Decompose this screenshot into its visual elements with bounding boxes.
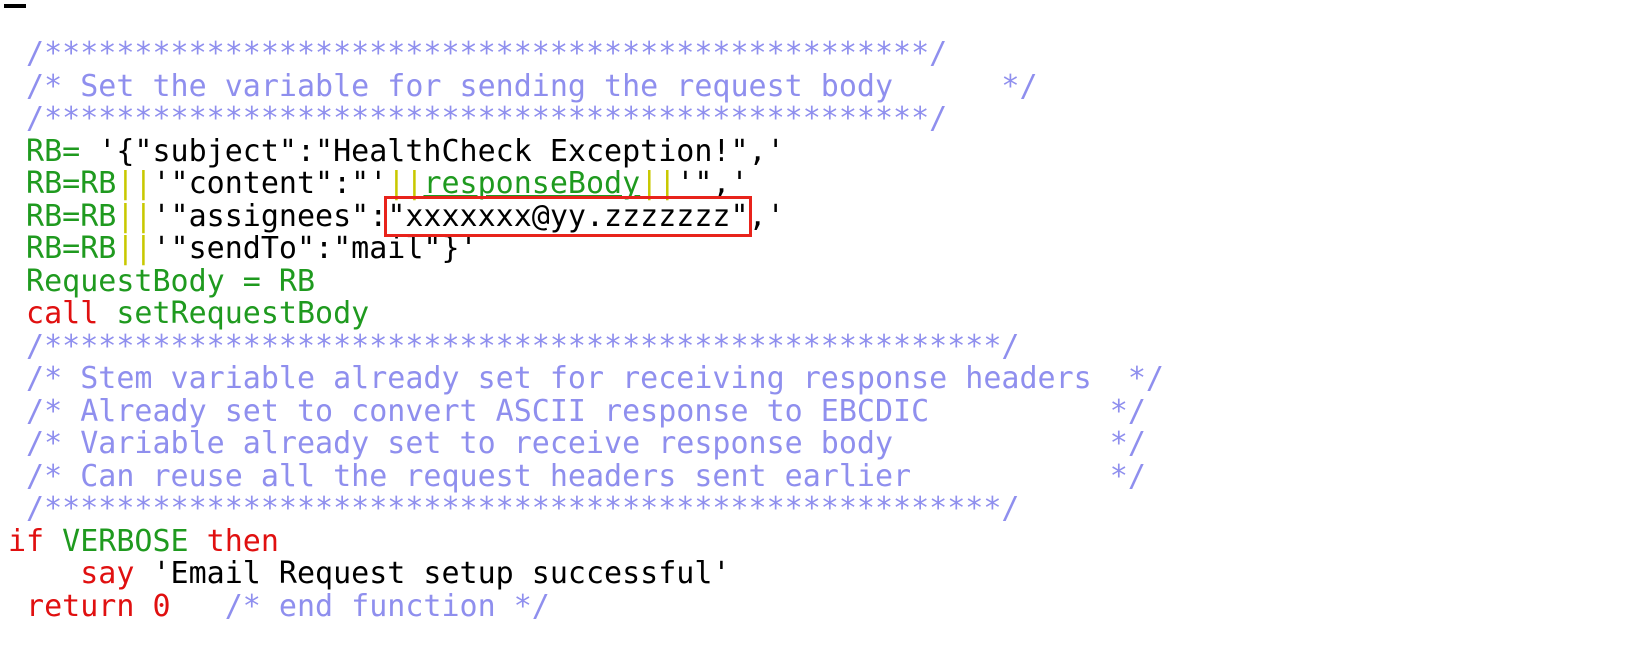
code-token: || <box>116 231 153 266</box>
code-token: || <box>640 166 677 201</box>
code-token: RB=RB <box>8 166 117 201</box>
code-line[interactable]: /* Can reuse all the request headers sen… <box>8 458 1164 494</box>
code-token: '"content":"' <box>152 166 388 201</box>
code-token: /* Can reuse all the request headers sen… <box>8 458 1146 494</box>
code-token: 'Email Request setup successful' <box>134 556 731 591</box>
code-token: say <box>8 556 135 591</box>
code-line[interactable]: /* Variable already set to receive respo… <box>8 426 1164 461</box>
code-line[interactable]: /* Set the variable for sending the requ… <box>8 68 1164 104</box>
code-line[interactable]: RequestBody = RB <box>8 263 1164 299</box>
code-token: RB=RB <box>8 198 117 234</box>
code-token: /* end function */ <box>170 588 550 624</box>
code-line[interactable]: /* Stem variable already set for receivi… <box>8 361 1164 396</box>
code-line[interactable]: if VERBOSE then <box>8 523 1164 559</box>
code-token: if <box>8 523 45 559</box>
code-token: /***************************************… <box>8 101 948 136</box>
code-line[interactable]: /***************************************… <box>8 36 1164 71</box>
code-token: RB=RB <box>8 231 117 266</box>
code-token: then <box>188 523 279 559</box>
text-cursor <box>4 4 26 8</box>
code-token: '"sendTo":"mail"}' <box>152 231 478 266</box>
code-token: setRequestBody <box>98 296 370 331</box>
code-token: /***************************************… <box>8 491 1020 526</box>
code-editor[interactable]: /***************************************… <box>8 36 1164 624</box>
code-token: RequestBody = RB <box>8 263 316 299</box>
code-token: /* Set the variable for sending the requ… <box>8 68 1038 104</box>
code-line[interactable]: RB=RB||'"sendTo":"mail"}' <box>8 231 1164 266</box>
code-line[interactable]: RB=RB||'"content":"'||responseBody||'",' <box>8 166 1164 201</box>
code-line[interactable]: say 'Email Request setup successful' <box>8 556 1164 591</box>
code-token: /* Stem variable already set for receivi… <box>8 361 1164 396</box>
code-token: || <box>387 166 424 201</box>
code-token: return 0 <box>8 588 171 624</box>
code-line[interactable]: RB=RB||'"assignees":"xxxxxxx@yy.zzzzzzz"… <box>8 195 1164 237</box>
code-token: /***************************************… <box>8 36 948 71</box>
code-token: '",' <box>676 166 749 201</box>
code-line[interactable]: /***************************************… <box>8 328 1164 364</box>
highlighted-email-value: "xxxxxxx@yy.zzzzzzz" <box>384 195 752 237</box>
code-token: /* Variable already set to receive respo… <box>8 426 1146 461</box>
code-token: || <box>116 166 153 201</box>
code-token: '"assignees": <box>152 198 388 234</box>
code-token: call <box>8 296 99 331</box>
code-token: VERBOSE <box>44 523 189 559</box>
code-token: RB= <box>8 133 81 169</box>
code-line[interactable]: /***************************************… <box>8 101 1164 136</box>
code-token: '{"subject":"HealthCheck Exception!",' <box>80 133 785 169</box>
code-line[interactable]: /***************************************… <box>8 491 1164 526</box>
code-line[interactable]: /* Already set to convert ASCII response… <box>8 393 1164 429</box>
code-token: responseBody <box>423 166 641 201</box>
code-line[interactable]: call setRequestBody <box>8 296 1164 331</box>
code-line[interactable]: RB= '{"subject":"HealthCheck Exception!"… <box>8 133 1164 169</box>
code-line[interactable]: return 0 /* end function */ <box>8 588 1164 624</box>
code-token: || <box>116 198 153 234</box>
code-token: /***************************************… <box>8 328 1020 364</box>
code-token: /* Already set to convert ASCII response… <box>8 393 1146 429</box>
code-token: ,' <box>748 198 785 234</box>
